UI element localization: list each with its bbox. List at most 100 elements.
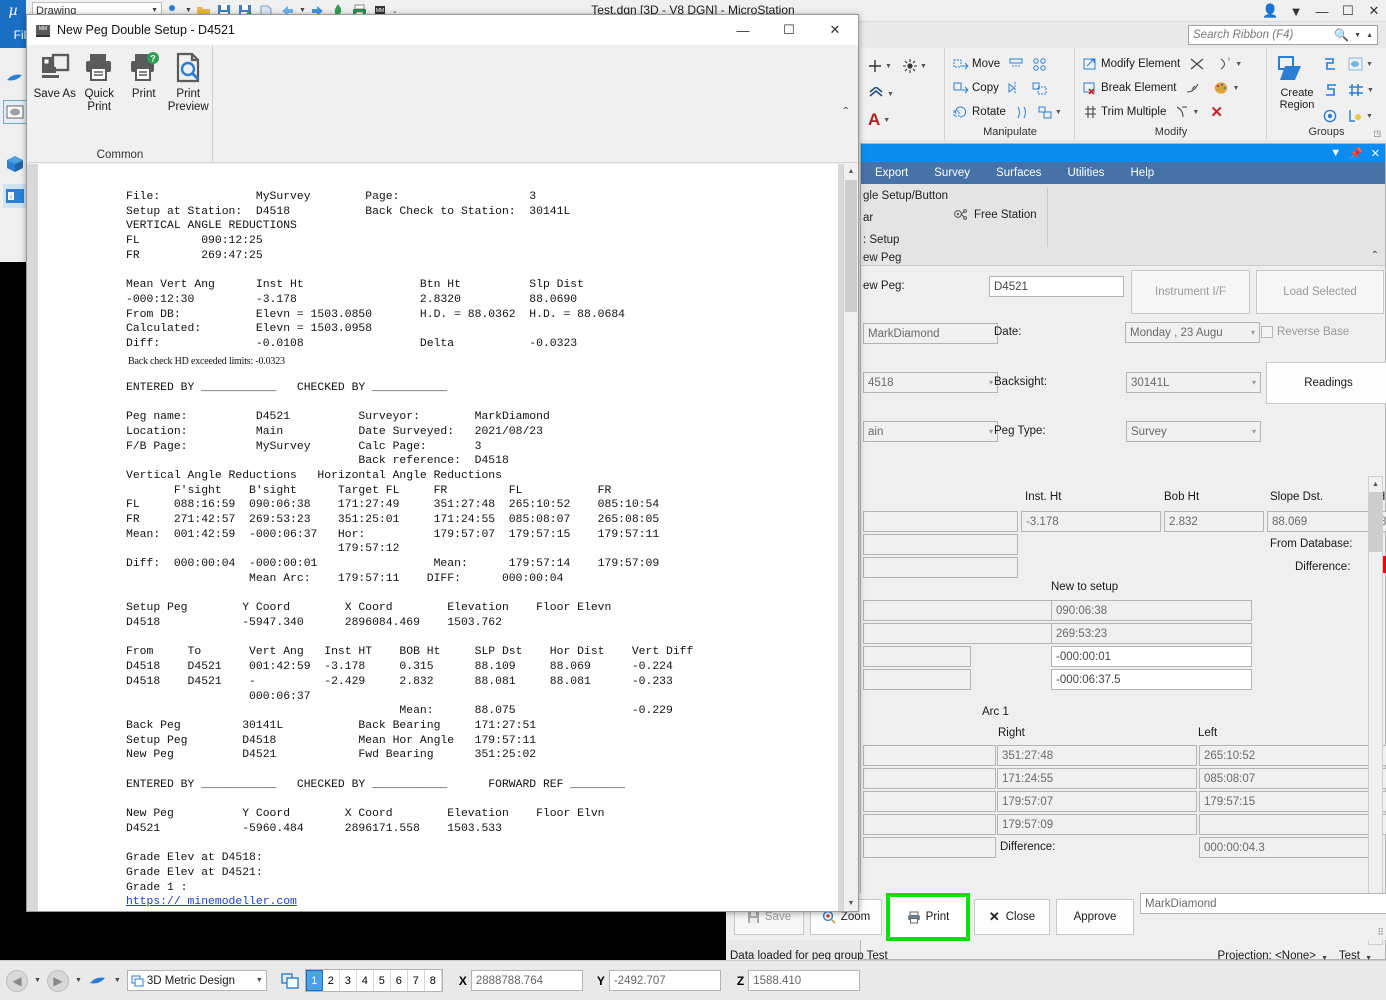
group-icon[interactable] — [1323, 109, 1338, 123]
arc-row1-right[interactable]: 351:27:48 — [997, 745, 1197, 766]
dialog-launcher-icon[interactable]: ◳ — [1373, 129, 1381, 138]
arc-row3-right[interactable]: 179:57:07 — [997, 791, 1197, 812]
break-element-label[interactable]: Break Element — [1101, 82, 1176, 94]
chevron-down-icon[interactable]: ▼ — [1366, 113, 1373, 120]
ribbon-line-new-peg[interactable]: ew Peg — [863, 252, 901, 264]
ribbon-collapse-icon[interactable]: ⌃ — [842, 106, 850, 117]
scale-icon[interactable] — [1032, 82, 1047, 95]
menu-survey[interactable]: Survey — [934, 167, 970, 179]
rotate-icon[interactable] — [953, 105, 969, 119]
chevron-down-icon[interactable]: ▼ — [256, 977, 263, 984]
slope-dst-input[interactable]: 88.069 — [1267, 511, 1372, 532]
intersection-icon[interactable] — [1189, 57, 1205, 71]
print-button[interactable]: ? Print — [122, 51, 166, 114]
bob-ht-input[interactable]: 2.832 — [1164, 511, 1264, 532]
plus-icon[interactable] — [868, 59, 882, 73]
change-attributes-icon[interactable] — [1214, 81, 1229, 95]
partial-delete-icon[interactable] — [1175, 105, 1189, 119]
ribbon-line-bar[interactable]: ar — [863, 212, 873, 224]
quick-print-button[interactable]: Quick Print — [78, 51, 122, 114]
z-input[interactable]: 1588.410 — [748, 970, 860, 991]
reverse-base-checkbox[interactable]: Reverse Base — [1261, 326, 1349, 338]
arc-row1-left[interactable]: 265:10:52 — [1199, 745, 1386, 766]
view-toggle-3[interactable]: 3 — [340, 970, 357, 991]
arc-row1-label[interactable] — [863, 745, 996, 766]
arc-row2-label[interactable] — [863, 768, 996, 789]
scroll-thumb[interactable] — [1369, 492, 1382, 552]
arc-row2-left[interactable]: 085:08:07 — [1199, 768, 1386, 789]
copy-label[interactable]: Copy — [972, 82, 999, 94]
add-to-graphic-group-icon[interactable] — [1348, 57, 1363, 71]
cube-icon[interactable] — [3, 152, 27, 176]
rotate-label[interactable]: Rotate — [972, 106, 1006, 118]
chevron-down-icon[interactable]: ▼ — [1288, 4, 1304, 19]
extend-icon[interactable]: ² — [1218, 57, 1232, 71]
group-hole-icon[interactable] — [1323, 57, 1338, 71]
arc-row3-label[interactable] — [863, 791, 996, 812]
vertical-row1-value[interactable]: 090:06:38 — [1051, 600, 1252, 621]
models-icon[interactable] — [88, 973, 108, 989]
print-button[interactable]: Print — [890, 897, 966, 937]
vertical-row4-value[interactable]: -000:06:37.5 — [1051, 669, 1252, 690]
search-icon[interactable]: 🔍 — [1334, 28, 1349, 42]
checkbox-box[interactable] — [1261, 326, 1273, 338]
chevron-down-icon[interactable]: ▼ — [299, 7, 306, 14]
user-account-icon[interactable]: 👤 — [1262, 3, 1278, 19]
maximize-button[interactable]: ☐ — [766, 15, 812, 45]
delete-element-icon[interactable]: ✕ — [1210, 103, 1223, 121]
grid-vertical-scrollbar[interactable]: ▲ ▼ — [1368, 476, 1383, 945]
load-selected-button[interactable]: Load Selected — [1256, 270, 1384, 314]
chevron-down-icon[interactable]: ▼ — [75, 977, 82, 984]
level-display-icon[interactable] — [868, 87, 884, 101]
surveyor-input[interactable]: MarkDiamond — [863, 323, 998, 344]
arc-row4-label[interactable] — [863, 814, 996, 835]
chevron-up-icon[interactable]: ▲ — [1366, 32, 1373, 39]
minimize-button[interactable]: — — [1314, 4, 1330, 19]
modify-element-label[interactable]: Modify Element — [1101, 58, 1180, 70]
menu-export[interactable]: Export — [875, 167, 908, 179]
create-region-button[interactable]: Create Region — [1275, 54, 1319, 111]
view-toggle-group[interactable]: 1 2 3 4 5 6 7 8 — [305, 969, 443, 992]
instrument-if-button[interactable]: Instrument I/F — [1131, 270, 1250, 314]
back-button[interactable]: ◀ — [6, 970, 28, 992]
pin-icon[interactable]: 📌 — [1349, 147, 1363, 160]
chevron-down-icon[interactable]: ▼ — [1232, 85, 1239, 92]
approve-button[interactable]: Approve — [1056, 899, 1134, 935]
x-input[interactable]: 2888788.764 — [471, 970, 583, 991]
ribbon-line-setup[interactable]: : Setup — [863, 234, 899, 246]
close-button[interactable]: ✕ Close — [974, 899, 1050, 935]
document-vertical-scrollbar[interactable]: ▲ ▼ — [843, 164, 858, 911]
peg-type-combo[interactable]: Survey — [1126, 421, 1261, 442]
chevron-down-icon[interactable]: ▼ — [1192, 109, 1199, 116]
readings-row2-col0[interactable] — [863, 534, 1018, 555]
arc-difference-value[interactable]: 000:00:04.3 — [1199, 837, 1381, 858]
menu-utilities[interactable]: Utilities — [1067, 167, 1104, 179]
array-icon[interactable] — [1033, 58, 1048, 71]
print-preview-button[interactable]: Print Preview — [167, 51, 211, 114]
arc-diff-label-cell[interactable] — [863, 837, 996, 858]
trim-multiple-icon[interactable] — [1083, 105, 1098, 119]
copy-icon[interactable] — [953, 81, 969, 95]
place-smartline-icon[interactable] — [3, 100, 27, 124]
close-button[interactable]: ✕ — [1366, 3, 1382, 19]
maximize-button[interactable]: ☐ — [1340, 3, 1356, 19]
vertical-row3-left[interactable] — [863, 646, 971, 667]
y-input[interactable]: -2492.707 — [609, 970, 721, 991]
survey-menubar[interactable]: Export Survey Surfaces Utilities Help — [861, 162, 1385, 184]
modify-element-icon[interactable] — [1083, 57, 1098, 71]
search-ribbon-input[interactable]: Search Ribbon (F4) 🔍 ▼ ▲ — [1188, 25, 1378, 45]
element-selection-icon[interactable] — [3, 66, 27, 90]
chevron-down-icon[interactable]: ▼ — [1055, 109, 1062, 116]
readings-button[interactable]: Readings — [1266, 362, 1386, 404]
view-toggle-2[interactable]: 2 — [323, 970, 340, 991]
scroll-down-icon[interactable]: ▼ — [844, 896, 858, 911]
grid-icon[interactable] — [1348, 83, 1364, 97]
vertical-row2-value[interactable]: 269:53:23 — [1051, 623, 1252, 644]
new-peg-input[interactable]: D4521 — [989, 276, 1124, 297]
document-link[interactable]: https:// minemodeller.com — [38, 895, 838, 910]
minimize-button[interactable]: — — [720, 15, 766, 45]
approver-input[interactable]: MarkDiamond — [1140, 893, 1386, 914]
view-toggle-5[interactable]: 5 — [374, 970, 391, 991]
model-combo[interactable]: 3D Metric Design ▼ — [127, 970, 267, 991]
move-icon[interactable] — [953, 57, 969, 71]
